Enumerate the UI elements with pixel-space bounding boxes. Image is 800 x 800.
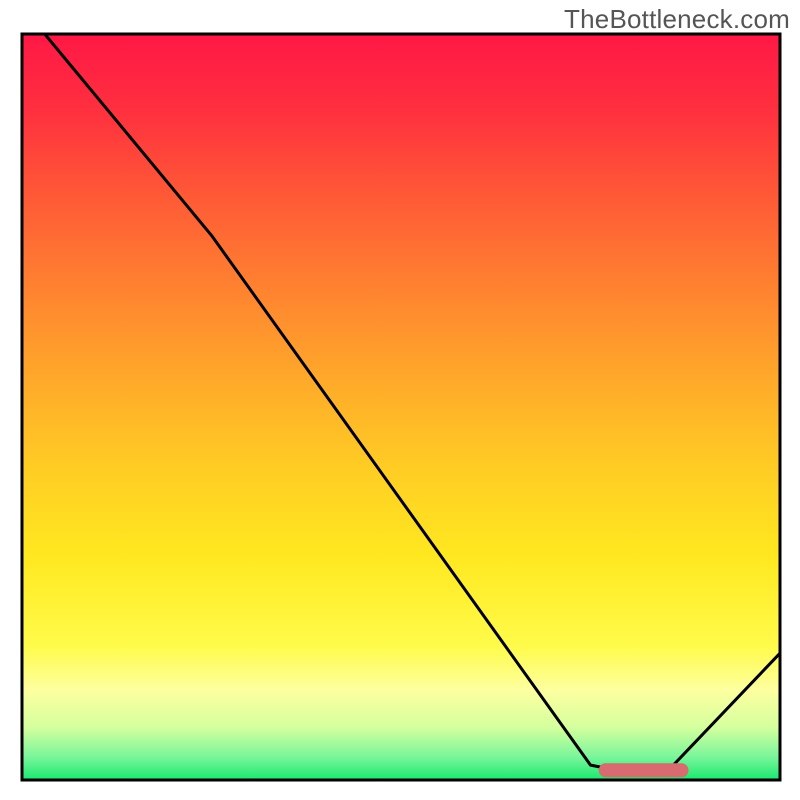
watermark-text: TheBottleneck.com (564, 4, 790, 35)
chart-root: TheBottleneck.com (0, 0, 800, 800)
bottleneck-chart (0, 0, 800, 800)
